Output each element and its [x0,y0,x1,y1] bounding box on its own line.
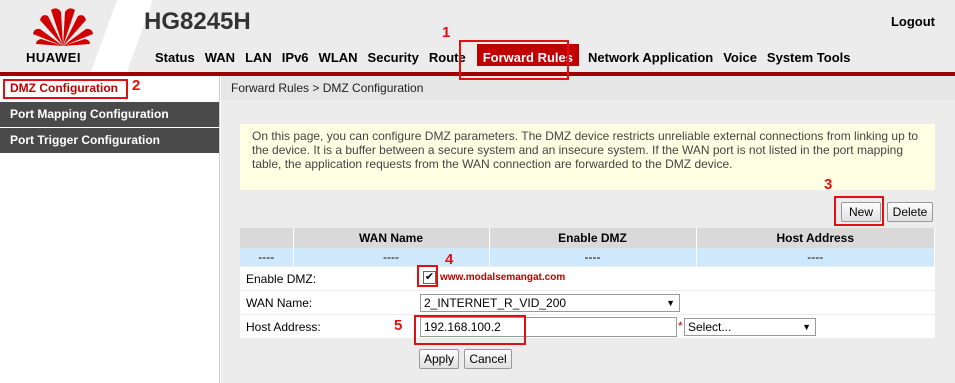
host-address-row: Host Address: 192.168.100.2 * Select... … [240,315,935,339]
wan-name-label: WAN Name: [246,296,313,310]
nav-voice[interactable]: Voice [718,48,762,67]
huawei-flower-icon [33,8,93,46]
table-header-host-address: Host Address [696,228,935,248]
host-address-select[interactable]: Select... ▼ [684,318,816,336]
table-header-enable-dmz: Enable DMZ [489,228,697,248]
table-cell: ---- [240,248,294,266]
annotation-number-3: 3 [824,176,833,193]
sidebar-item-port-trigger[interactable]: Port Trigger Configuration [0,128,219,154]
required-mark: * [678,319,683,333]
annotation-box-forward-rules [459,40,569,80]
main-content: On this page, you can configure DMZ para… [221,100,955,383]
nav-wlan[interactable]: WLAN [314,48,363,67]
table-header-row: WAN Name Enable DMZ Host Address [240,228,935,248]
annotation-number-1: 1 [442,24,451,41]
logout-link[interactable]: Logout [891,14,935,29]
annotation-box-host-address [414,315,526,345]
nav-status[interactable]: Status [150,48,200,67]
annotation-number-4: 4 [445,251,454,268]
chevron-down-icon: ▼ [666,298,675,308]
annotation-box-new-button [834,196,884,226]
annotation-box-enable-checkbox [417,265,438,287]
cancel-button[interactable]: Cancel [464,349,512,369]
table-cell: ---- [696,248,935,266]
host-select-value: Select... [688,320,732,334]
table-cell: ---- [293,248,490,266]
nav-wan[interactable]: WAN [200,48,240,67]
device-model: HG8245H [144,8,251,35]
nav-network-application[interactable]: Network Application [583,48,718,67]
wan-name-select[interactable]: 2_INTERNET_R_VID_200 ▼ [420,294,680,312]
brand-name: HUAWEI [26,50,81,65]
sidebar: DMZ Configuration Port Mapping Configura… [0,76,220,383]
host-address-label: Host Address: [246,320,321,334]
annotation-number-5: 5 [394,317,403,334]
chevron-down-icon: ▼ [802,322,811,332]
annotation-number-2: 2 [132,77,141,94]
wan-name-row: WAN Name: 2_INTERNET_R_VID_200 ▼ [240,291,935,315]
nav-lan[interactable]: LAN [240,48,277,67]
wan-name-value: 2_INTERNET_R_VID_200 [424,296,567,310]
table-header-wan-name: WAN Name [293,228,490,248]
dmz-form: Enable DMZ: ✔ www.modalsemangat.com WAN … [240,267,935,339]
table-cell: ---- [489,248,697,266]
delete-button[interactable]: Delete [887,202,933,222]
sidebar-item-label: Port Trigger Configuration [10,133,160,147]
watermark-text: www.modalsemangat.com [440,272,566,283]
sidebar-item-port-mapping[interactable]: Port Mapping Configuration [0,102,219,128]
nav-security[interactable]: Security [363,48,424,67]
apply-button[interactable]: Apply [419,349,459,369]
dmz-table: WAN Name Enable DMZ Host Address ---- --… [240,228,935,266]
annotation-box-dmz-configuration [3,79,128,99]
table-row[interactable]: ---- ---- ---- ---- [240,248,935,266]
nav-ipv6[interactable]: IPv6 [277,48,314,67]
sidebar-item-label: Port Mapping Configuration [10,107,169,121]
breadcrumb: Forward Rules > DMZ Configuration [221,76,955,100]
table-header-select [240,228,294,248]
enable-dmz-label: Enable DMZ: [246,272,317,286]
nav-system-tools[interactable]: System Tools [762,48,856,67]
enable-dmz-row: Enable DMZ: ✔ www.modalsemangat.com [240,267,935,291]
